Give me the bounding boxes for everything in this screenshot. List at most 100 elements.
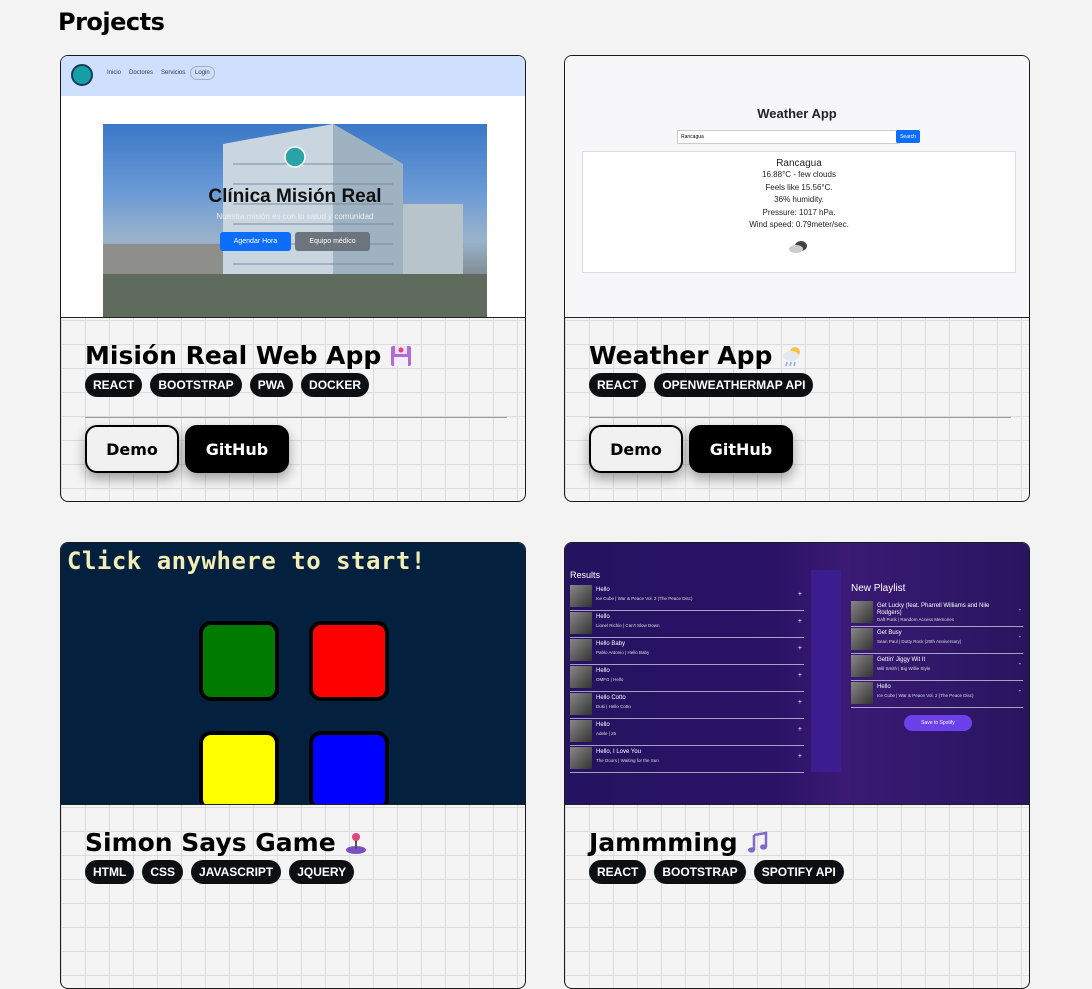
preview-weather-line: 36% humidity. [774,195,824,204]
preview-track-title: Hello [596,614,610,620]
project-preview-mision-real[interactable]: Inicio Doctores Servicios Login Clínica … [61,56,525,318]
floppy-disk-icon [391,346,412,366]
tag-badge: REACT [85,373,143,397]
add-track-icon: + [797,591,802,598]
album-art-thumbnail [851,655,873,677]
tag-list: REACT OPENWEATHERMAP API [589,373,1005,397]
preview-secondary-button: Equipo médico [295,232,370,251]
preview-nav-link: Servicios [161,70,186,76]
github-button[interactable]: GitHub [185,425,289,473]
add-track-icon: + [797,699,802,706]
project-card-weather-app: Weather App Rancagua Search Rancagua 16.… [564,55,1030,502]
tag-badge: BOOTSTRAP [150,373,242,397]
preview-track-title: Hello [596,587,610,593]
project-preview-simon-says[interactable]: Click anywhere to start! [61,543,525,805]
simon-red-pad [309,621,389,701]
project-title: Simon Says Game [85,828,501,858]
project-card-body: Simon Says Game HTML CSS JAVASCRIPT JQUE… [85,828,501,884]
project-card-simon-says: Click anywhere to start! Simon Says Game… [60,542,526,989]
preview-result-row: Hello, I Love You The Doors | Waiting for… [570,745,804,773]
preview-track-artist: Daft Punk | Random Access Memories [877,617,954,622]
preview-weather-line: 16.88°C - few clouds [762,170,836,179]
tag-badge: JAVASCRIPT [191,860,282,884]
preview-result-row: Hello Cotto Duki | Hello Cotto + [570,691,804,719]
preview-center-band [811,570,841,772]
preview-city-input: Rancagua [677,130,900,144]
preview-track-title: Hello [596,668,610,674]
tag-list: REACT BOOTSTRAP SPOTIFY API [589,860,1005,884]
preview-track-artist: Sean Paul | Dutty Rock (20th Anniversary… [877,639,962,644]
preview-start-text: Click anywhere to start! [67,547,426,575]
tag-badge: HTML [85,860,135,884]
remove-track-icon: - [1018,661,1021,668]
tag-badge: CSS [142,860,184,884]
remove-track-icon: - [1018,634,1021,641]
add-track-icon: + [797,753,802,760]
preview-track-title: Hello [596,722,610,728]
tag-badge: JQUERY [289,860,355,884]
preview-track-title: Hello Baby [596,641,626,647]
preview-weather-result: Rancagua 16.88°C - few clouds Feels like… [582,151,1016,273]
preview-weather-line: Pressure: 1017 hPa. [762,207,836,217]
tag-badge: PWA [249,373,294,397]
demo-button[interactable]: Demo [85,425,179,473]
preview-track-artist: Lionel Richie | Can't Slow Down [596,623,660,628]
project-preview-jammming[interactable]: Results Hello Ice Cube | War & Peace Vol.… [565,543,1029,805]
simon-yellow-pad [199,731,279,804]
preview-hero-subtitle: Nuestra misión es con tu salud y comunid… [216,212,374,221]
preview-hero-title: Clínica Misión Real [208,186,382,207]
album-art-thumbnail [570,585,592,607]
github-button[interactable]: GitHub [689,425,793,473]
preview-weather-line: Feels like 15.56°C. [765,182,833,192]
add-track-icon: + [797,618,802,625]
tag-list: HTML CSS JAVASCRIPT JQUERY [85,860,501,884]
tag-badge: BOOTSTRAP [654,860,746,884]
preview-playlist-row: Get Busy Sean Paul | Dutty Rock (20th Ann… [851,626,1023,654]
project-actions: Demo GitHub [589,425,1005,473]
preview-result-row: Hello Ice Cube | War & Peace Vol. 2 (The … [570,583,804,611]
divider [85,417,507,418]
project-card-mision-real: Inicio Doctores Servicios Login Clínica … [60,55,526,502]
tag-badge: REACT [589,860,647,884]
project-preview-weather-app[interactable]: Weather App Rancagua Search Rancagua 16.… [565,56,1029,318]
clinic-logo-icon [71,64,93,86]
preview-background [61,543,525,804]
preview-track-title: Hello [877,684,891,690]
album-art-thumbnail [570,693,592,715]
demo-button[interactable]: Demo [589,425,683,473]
album-art-thumbnail [570,666,592,688]
preview-track-title: Gettin' Jiggy Wit It [877,657,926,663]
cloud-rain-sun-icon [783,347,801,367]
add-track-icon: + [797,672,802,679]
preview-playlist-title: New Playlist [851,583,906,594]
project-title: Misión Real Web App [85,341,501,371]
preview-track-artist: Ice Cube | War & Peace Vol. 2 (The Peace… [877,693,974,698]
preview-playlist-row: Gettin' Jiggy Wit It Will Smith | Big Wil… [851,653,1023,681]
album-art-thumbnail [851,601,873,623]
music-notes-icon [747,831,767,853]
preview-login-link: Login [190,66,215,80]
preview-track-title: Get Lucky (feat. Pharrell Williams and N… [877,603,990,616]
preview-track-artist: OMFG | Hello [596,677,624,682]
preview-weather-line: Wind speed: 0.79meter/sec. [749,220,849,229]
preview-hero: Clínica Misión Real Nuestra misión es co… [103,124,487,317]
preview-result-row: Hello Baby Pablo Antonio | Hello Baby + [570,637,804,665]
preview-result-row: Hello OMFG | Hello + [570,664,804,692]
preview-track-artist: Will Smith | Big Willie Style [877,666,931,671]
preview-result-row: Hello Adele | 25 + [570,718,804,746]
preview-heading: Weather App [757,106,837,121]
preview-playlist-row: Get Lucky (feat. Pharrell Williams and N… [851,599,1023,627]
joystick-icon [345,833,366,854]
preview-navbar: Inicio Doctores Servicios Login [61,56,525,96]
project-title-text: Misión Real Web App [85,341,382,370]
simon-blue-pad [309,731,389,804]
preview-nav-link: Doctores [129,70,154,76]
album-art-thumbnail [851,628,873,650]
tag-badge: SPOTIFY API [753,860,844,884]
project-card-jammming: Results Hello Ice Cube | War & Peace Vol.… [564,542,1030,989]
preview-playlist-row: Hello Ice Cube | War & Peace Vol. 2 (The … [851,680,1023,708]
preview-track-artist: The Doors | Waiting for the Sun [596,758,659,763]
preview-search-button: Search [896,130,920,143]
preview-results-title: Results [570,570,601,580]
tag-badge: DOCKER [301,373,370,397]
